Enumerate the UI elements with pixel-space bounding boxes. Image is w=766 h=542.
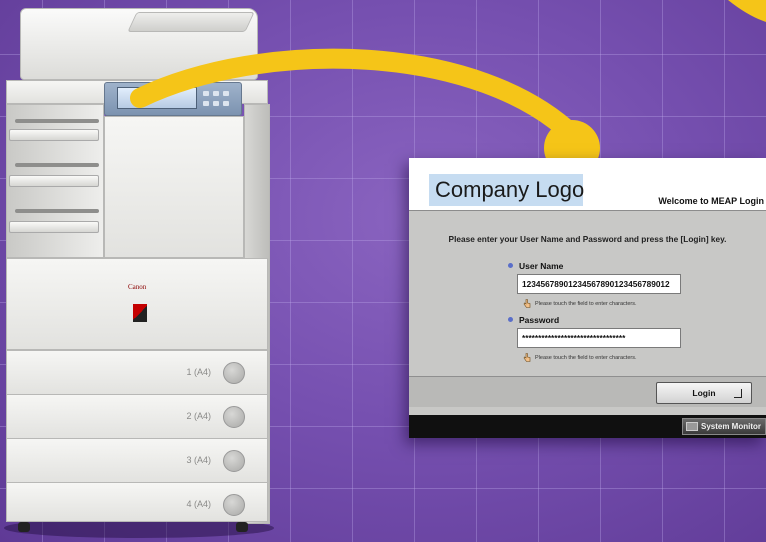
- corner-accent: [728, 0, 766, 22]
- bullet-icon: [508, 263, 513, 269]
- connector-arc: [130, 48, 588, 150]
- hand-pointer-icon: [523, 353, 531, 362]
- login-header: Company Logo Welcome to MEAP Login: [409, 158, 766, 211]
- system-monitor-button[interactable]: System Monitor: [682, 418, 766, 435]
- meap-login-screen: Company Logo Welcome to MEAP Login Pleas…: [409, 158, 766, 438]
- system-monitor-label: System Monitor: [700, 422, 761, 431]
- system-monitor-icon: [686, 422, 698, 431]
- username-label: User Name: [508, 261, 563, 271]
- password-field[interactable]: ********************************: [517, 328, 681, 348]
- bullet-icon: [508, 317, 513, 323]
- login-button[interactable]: Login: [656, 382, 752, 404]
- username-hint-text: Please touch the field to enter characte…: [535, 300, 637, 307]
- password-label-text: Password: [519, 315, 560, 325]
- company-logo: Company Logo: [429, 174, 584, 206]
- enter-icon: [734, 389, 742, 398]
- username-label-text: User Name: [519, 261, 564, 271]
- login-button-label: Login: [692, 388, 716, 398]
- password-label: Password: [508, 315, 559, 325]
- password-hint: Please touch the field to enter characte…: [523, 353, 637, 362]
- password-hint-text: Please touch the field to enter characte…: [535, 354, 637, 361]
- hand-pointer-icon: [523, 299, 531, 308]
- username-field[interactable]: 12345678901234567890123456789012: [517, 274, 681, 294]
- login-instruction: Please enter your User Name and Password…: [448, 234, 727, 244]
- username-hint: Please touch the field to enter characte…: [523, 299, 637, 308]
- welcome-title: Welcome to MEAP Login: [658, 196, 764, 206]
- status-bar: System Monitor: [409, 415, 766, 438]
